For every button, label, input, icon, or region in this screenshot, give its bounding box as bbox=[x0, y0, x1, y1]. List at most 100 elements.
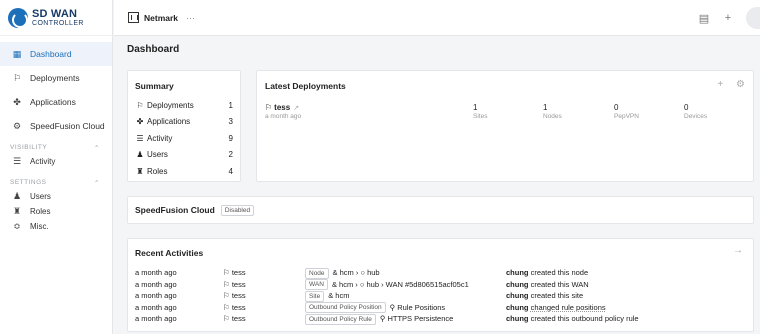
activity-object[interactable]: & hcm › ○ hub bbox=[333, 268, 380, 277]
summary-count: 1 bbox=[228, 100, 233, 110]
summary-label: Roles bbox=[147, 166, 168, 176]
activity-action: created this WAN bbox=[530, 279, 589, 289]
sidebar-item-label: Users bbox=[30, 192, 51, 201]
deployment-time: a month ago bbox=[265, 113, 302, 120]
flag-icon: ⚐ bbox=[265, 103, 273, 112]
chevron-up-icon: ⌃ bbox=[94, 145, 100, 152]
activity-icon: ☰ bbox=[136, 133, 144, 143]
sidebar-item-activity[interactable]: ☰ Activity bbox=[0, 154, 112, 169]
add-button[interactable]: + bbox=[716, 12, 740, 24]
deployment-name[interactable]: tess bbox=[274, 103, 290, 112]
status-badge: Disabled bbox=[220, 204, 255, 216]
sidebar-item-users[interactable]: ♟ Users bbox=[0, 189, 112, 204]
stat-label: PepVPN bbox=[614, 113, 639, 120]
activity-deployment[interactable]: tess bbox=[232, 314, 246, 323]
activity-object[interactable]: & hcm › ○ hub › WAN #5d806515acf05c1 bbox=[332, 280, 469, 289]
activity-tag: Outbound Policy Rule bbox=[305, 313, 376, 325]
sidebar-item-label: Dashboard bbox=[30, 49, 72, 59]
flag-icon: ⚐ bbox=[223, 291, 232, 300]
brand-logo[interactable]: SD WAN CONTROLLER bbox=[0, 0, 112, 36]
activity-object[interactable]: Rule Positions bbox=[397, 303, 445, 312]
chevron-up-icon: ⌃ bbox=[94, 180, 100, 187]
sidebar-item-roles[interactable]: ♜ Roles bbox=[0, 204, 112, 219]
activity-row[interactable]: a month ago ⚐ tess Site & hcm chung creat… bbox=[135, 290, 746, 302]
stat-nodes: 1 Nodes bbox=[543, 103, 562, 120]
deployment-row[interactable]: ⚐ tess ↗ a month ago 1 Sites 1 Nodes 0 P… bbox=[265, 103, 745, 123]
summary-row-users[interactable]: ♟ Users 2 bbox=[135, 147, 233, 164]
latest-deployments-title: Latest Deployments bbox=[265, 81, 346, 91]
activity-actor: chung bbox=[506, 268, 529, 277]
summary-count: 9 bbox=[228, 133, 233, 143]
activity-action: changed rule positions bbox=[530, 302, 606, 312]
activity-row[interactable]: a month ago ⚐ tess Outbound Policy Rule ⚲… bbox=[135, 313, 746, 325]
flag-icon: ⚐ bbox=[136, 100, 144, 110]
sidebar-item-label: Roles bbox=[30, 207, 51, 216]
flag-icon: ⚐ bbox=[223, 314, 232, 323]
activity-actor: chung bbox=[506, 302, 529, 312]
activity-time: a month ago bbox=[135, 314, 177, 323]
roles-icon: ♜ bbox=[136, 166, 144, 176]
activity-action: created this site bbox=[530, 291, 584, 300]
summary-label: Users bbox=[147, 150, 168, 160]
sidebar-item-label: Misc. bbox=[30, 222, 49, 231]
user-icon: ♟ bbox=[12, 191, 22, 201]
summary-row-activity[interactable]: ☰ Activity 9 bbox=[135, 130, 233, 147]
external-link-icon[interactable]: ↗ bbox=[293, 104, 299, 112]
stat-sites: 1 Sites bbox=[473, 103, 487, 120]
activity-deployment[interactable]: tess bbox=[232, 291, 246, 300]
top-bar: Netmark ··· ▤ + bbox=[114, 0, 760, 36]
sidebar-item-label: SpeedFusion Cloud bbox=[30, 121, 105, 131]
activity-row[interactable]: a month ago ⚐ tess WAN & hcm › ○ hub › WA… bbox=[135, 279, 746, 291]
apps-icon: ✤ bbox=[13, 96, 21, 107]
flag-icon: ⚐ bbox=[223, 279, 232, 289]
summary-row-applications[interactable]: ✤ Applications 3 bbox=[135, 114, 233, 131]
activity-time: a month ago bbox=[135, 279, 177, 289]
activity-row[interactable]: a month ago ⚐ tess Node & hcm › ○ hub chu… bbox=[135, 267, 746, 279]
activity-tag: WAN bbox=[305, 279, 328, 291]
speedfusion-card[interactable]: SpeedFusion Cloud Disabled bbox=[127, 196, 754, 224]
section-settings[interactable]: SETTINGS ⌃ bbox=[0, 173, 112, 189]
section-label: SETTINGS bbox=[10, 179, 47, 186]
sidebar-item-misc[interactable]: ≎ Misc. bbox=[0, 219, 112, 234]
stat-label: Devices bbox=[684, 113, 708, 120]
summary-title: Summary bbox=[135, 81, 174, 91]
sidebar-item-speedfusion[interactable]: ⚙ SpeedFusion Cloud bbox=[0, 114, 112, 138]
avatar[interactable] bbox=[746, 7, 760, 29]
activity-object[interactable]: & hcm bbox=[328, 291, 349, 300]
activity-deployment[interactable]: tess bbox=[232, 303, 246, 312]
recent-activities-card: Recent Activities → a month ago ⚐ tess N… bbox=[127, 238, 754, 332]
summary-row-deployments[interactable]: ⚐ Deployments 1 bbox=[135, 97, 233, 114]
section-visibility[interactable]: VISIBILITY ⌃ bbox=[0, 138, 112, 154]
stat-pepvpn: 0 PepVPN bbox=[614, 103, 639, 120]
more-icon[interactable]: ··· bbox=[186, 13, 195, 23]
activity-time: a month ago bbox=[135, 302, 177, 312]
summary-label: Deployments bbox=[147, 100, 194, 110]
stat-value: 0 bbox=[684, 103, 689, 112]
summary-label: Activity bbox=[147, 133, 173, 143]
summary-label: Applications bbox=[147, 117, 191, 127]
brand-subtitle: CONTROLLER bbox=[32, 19, 84, 27]
recent-activities-title: Recent Activities bbox=[135, 248, 204, 258]
add-icon[interactable]: + bbox=[717, 79, 723, 90]
activity-deployment[interactable]: tess bbox=[232, 268, 246, 277]
sidebar-item-deployments[interactable]: ⚐ Deployments bbox=[0, 66, 112, 90]
flag-icon: ⚐ bbox=[223, 302, 232, 312]
sidebar-item-applications[interactable]: ✤ Applications bbox=[0, 90, 112, 114]
stat-label: Nodes bbox=[543, 113, 562, 120]
org-name[interactable]: Netmark bbox=[144, 13, 178, 23]
activity-action: created this outbound policy rule bbox=[530, 314, 639, 323]
page-title: Dashboard bbox=[127, 44, 180, 55]
activity-action: created this node bbox=[530, 268, 589, 277]
stat-devices: 0 Devices bbox=[684, 103, 707, 120]
gear-icon[interactable]: ⚙ bbox=[736, 79, 745, 90]
activity-row[interactable]: a month ago ⚐ tess Outbound Policy Posit… bbox=[135, 302, 746, 314]
user-icon: ♟ bbox=[136, 150, 144, 160]
sidebar-item-dashboard[interactable]: ▦ Dashboard bbox=[0, 42, 112, 66]
activity-object[interactable]: HTTPS Persistence bbox=[387, 314, 453, 323]
summary-row-roles[interactable]: ♜ Roles 4 bbox=[135, 163, 233, 180]
message-icon[interactable]: ▤ bbox=[692, 12, 716, 25]
activity-deployment[interactable]: tess bbox=[232, 280, 246, 289]
arrow-right-icon[interactable]: → bbox=[733, 245, 743, 256]
logo-icon bbox=[8, 7, 28, 28]
summary-count: 2 bbox=[228, 150, 233, 160]
